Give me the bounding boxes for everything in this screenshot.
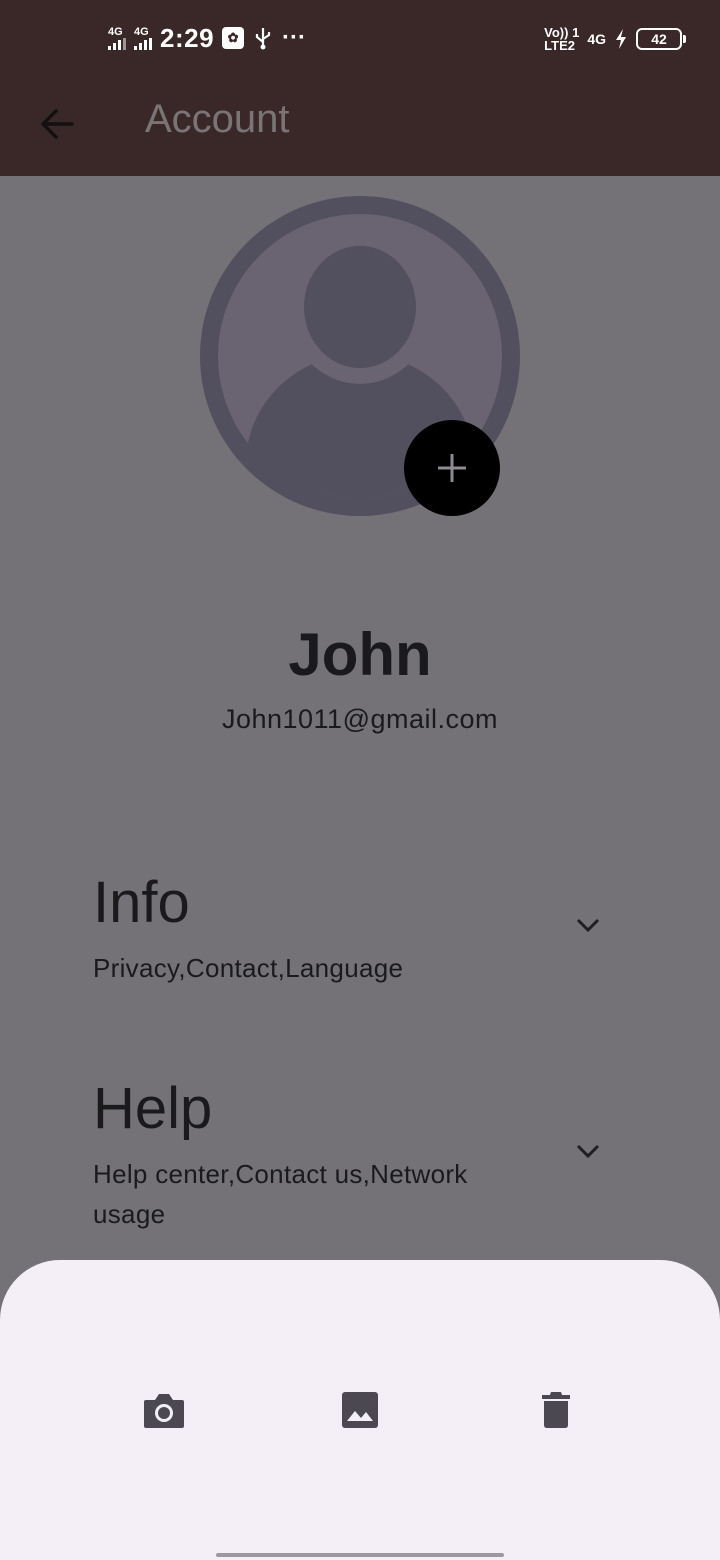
battery-level: 42	[651, 31, 667, 47]
avatar-container	[200, 196, 520, 516]
usb-icon	[255, 28, 271, 50]
sim1-network-label: 4G	[108, 25, 123, 38]
sim1-signal: 4G	[108, 25, 126, 50]
more-notifications-icon: ···	[282, 24, 307, 51]
chevron-down-icon[interactable]	[574, 911, 602, 939]
status-left: 4G 4G 2:29 ✿ ···	[108, 20, 306, 56]
trash-icon	[542, 1392, 570, 1428]
notification-app-icon: ✿	[222, 27, 245, 49]
photo-options-sheet	[0, 1260, 720, 1560]
charging-icon	[616, 29, 626, 49]
add-photo-button[interactable]	[404, 420, 500, 516]
volte-indicator: Vo)) 1 LTE2	[544, 26, 579, 52]
signal-bars-icon	[134, 37, 152, 50]
status-bar: 4G 4G 2:29 ✿ ··· Vo)) 1 LTE2 4G 42	[0, 0, 720, 76]
help-section[interactable]: Help Help center,Contact us,Network usag…	[93, 1076, 653, 1234]
back-button[interactable]	[34, 100, 82, 148]
profile-email: John1011@gmail.com	[221, 704, 499, 734]
plus-icon	[438, 454, 466, 482]
volte-bottom-label: LTE2	[544, 38, 575, 53]
sim2-network-label: 4G	[134, 25, 149, 38]
info-section[interactable]: Info Privacy,Contact,Language	[93, 870, 653, 988]
help-subtitle: Help center,Contact us,Network usage	[93, 1159, 468, 1229]
avatar-head-shape	[304, 246, 416, 368]
arrow-left-icon	[41, 109, 74, 139]
info-subtitle: Privacy,Contact,Language	[93, 953, 404, 983]
camera-button[interactable]	[140, 1386, 188, 1434]
help-title: Help	[93, 1076, 213, 1141]
status-right: Vo)) 1 LTE2 4G 42	[544, 24, 686, 54]
signal-bars-icon	[108, 37, 126, 50]
battery-icon: 42	[636, 28, 686, 50]
clock: 2:29	[160, 22, 215, 53]
home-indicator[interactable]	[216, 1553, 504, 1557]
image-gallery-icon	[342, 1392, 378, 1428]
camera-icon	[144, 1394, 184, 1428]
app-bar: Account	[0, 76, 720, 176]
sim2-signal: 4G	[134, 25, 152, 50]
gallery-button[interactable]	[336, 1386, 384, 1434]
page-title: Account	[145, 97, 290, 141]
network-type-label: 4G	[587, 30, 606, 47]
profile-name: John	[288, 621, 432, 688]
delete-button[interactable]	[532, 1386, 580, 1434]
info-title: Info	[93, 870, 190, 935]
chevron-down-icon[interactable]	[574, 1137, 602, 1165]
